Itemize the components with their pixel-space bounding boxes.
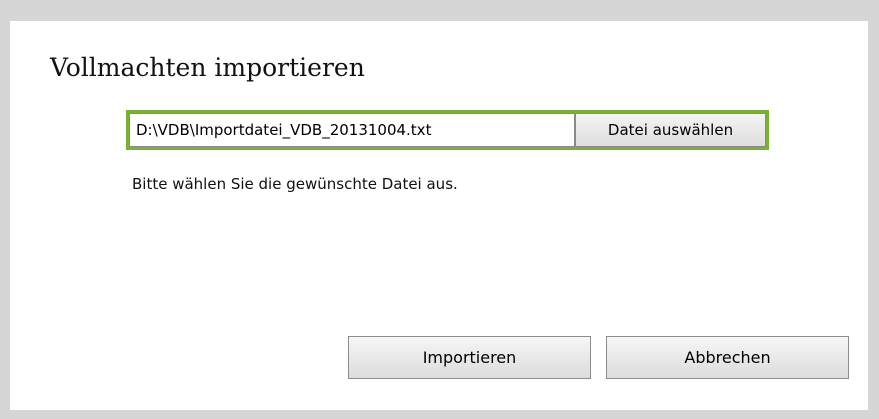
cancel-button[interactable]: Abbrechen [606, 336, 849, 379]
import-dialog: Vollmachten importieren Datei auswählen … [10, 21, 868, 410]
dialog-title: Vollmachten importieren [50, 53, 365, 82]
choose-file-button[interactable]: Datei auswählen [575, 113, 766, 147]
file-hint-text: Bitte wählen Sie die gewünschte Datei au… [132, 175, 458, 193]
file-picker: Datei auswählen [126, 110, 769, 150]
import-button[interactable]: Importieren [348, 336, 591, 379]
file-path-input[interactable] [129, 113, 575, 147]
